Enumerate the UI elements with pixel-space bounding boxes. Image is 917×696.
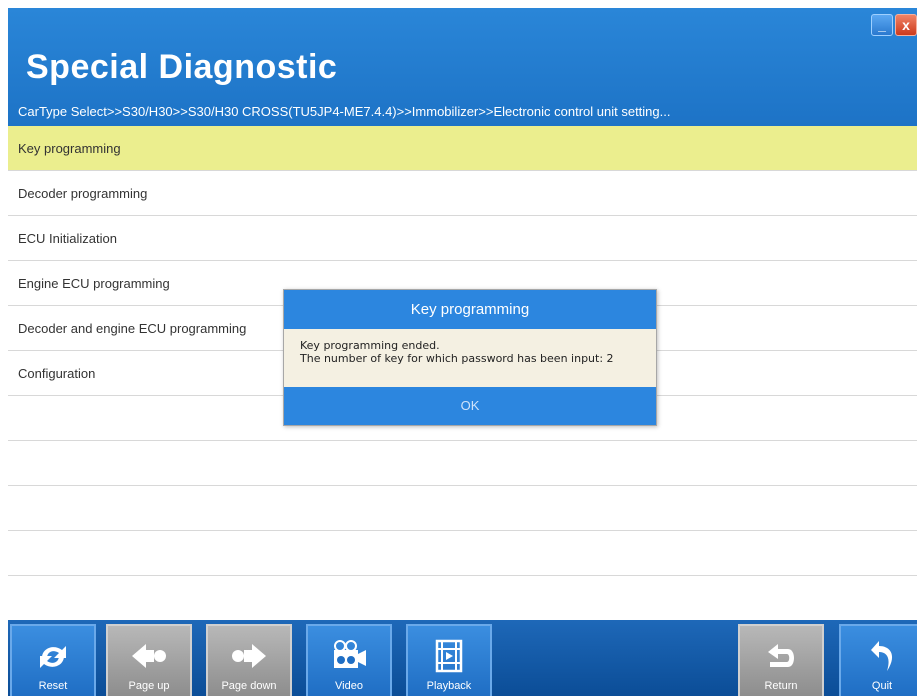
reset-button[interactable]: Reset <box>10 624 96 696</box>
film-strip-icon <box>435 639 463 673</box>
list-item[interactable]: Key programming <box>8 126 917 171</box>
window-controls: _ x <box>871 14 917 36</box>
page-title: Special Diagnostic <box>26 48 338 86</box>
page-up-button[interactable]: Page up <box>106 624 192 696</box>
list-item[interactable] <box>8 531 917 576</box>
quit-label: Quit <box>871 680 893 692</box>
list-item[interactable]: ECU Initialization <box>8 216 917 261</box>
video-label: Video <box>335 680 363 692</box>
list-item[interactable] <box>8 441 917 486</box>
list-item[interactable]: Decoder programming <box>8 171 917 216</box>
video-button[interactable]: Video <box>306 624 392 696</box>
dialog-title: Key programming <box>284 290 656 329</box>
arrow-right-icon <box>232 644 266 668</box>
list-item[interactable] <box>8 576 917 621</box>
quit-button[interactable]: Quit <box>839 624 917 696</box>
key-programming-dialog: Key programming Key programming ended. T… <box>283 289 657 426</box>
list-item[interactable] <box>8 486 917 531</box>
playback-button[interactable]: Playback <box>406 624 492 696</box>
breadcrumb: CarType Select>>S30/H30>>S30/H30 CROSS(T… <box>18 104 671 119</box>
arrow-left-icon <box>132 644 166 668</box>
dialog-message-line-2: The number of key for which password has… <box>300 352 614 365</box>
page-down-button[interactable]: Page down <box>206 624 292 696</box>
quit-arrow-icon <box>871 641 893 671</box>
page-down-label: Page down <box>221 680 277 692</box>
return-icon <box>768 644 794 667</box>
video-camera-icon <box>334 640 366 668</box>
return-button[interactable]: Return <box>738 624 824 696</box>
minimize-button[interactable]: _ <box>871 14 893 36</box>
dialog-message-line-1: Key programming ended. <box>300 339 440 352</box>
reset-label: Reset <box>38 680 68 692</box>
reset-icon <box>40 646 66 668</box>
playback-label: Playback <box>426 680 472 692</box>
dialog-message: Key programming ended. The number of key… <box>284 329 656 387</box>
page-up-label: Page up <box>128 680 170 692</box>
return-label: Return <box>764 680 798 692</box>
ok-button[interactable]: OK <box>284 387 656 425</box>
toolbar: Reset Page up Page down Video Playback R… <box>8 620 917 696</box>
close-button[interactable]: x <box>895 14 917 36</box>
